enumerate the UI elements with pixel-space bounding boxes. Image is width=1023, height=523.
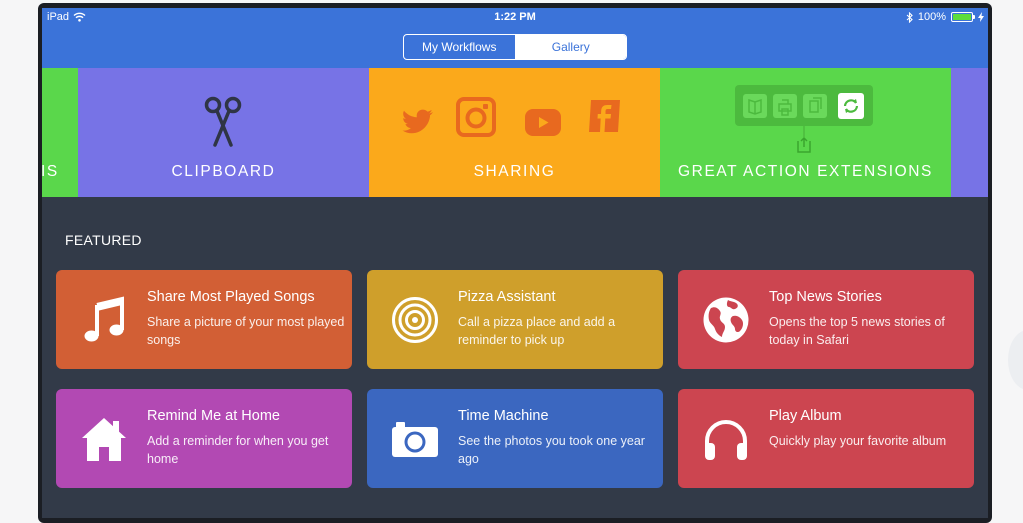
target-icon	[392, 297, 438, 343]
twitter-icon	[402, 109, 433, 134]
charging-icon	[978, 12, 984, 22]
card-title: Top News Stories	[769, 289, 882, 305]
card-description: Add a reminder for when you get home	[147, 434, 329, 466]
card-title: Play Album	[769, 408, 842, 424]
card-title: Remind Me at Home	[147, 408, 280, 424]
battery-icon	[951, 12, 975, 22]
section-heading-featured: FEATURED	[65, 232, 142, 248]
globe-icon	[703, 297, 749, 343]
workflow-card-share-most-played[interactable]: Share Most Played Songs Share a picture …	[56, 270, 352, 369]
workflow-card-remind-home[interactable]: Remind Me at Home Add a reminder for whe…	[56, 389, 352, 488]
battery-level	[953, 14, 971, 20]
banner-clipboard[interactable]: CLIPBOARD	[78, 68, 369, 197]
card-description: Share a picture of your most played song…	[147, 315, 345, 347]
banner-partial-left[interactable]: IS	[42, 68, 78, 197]
instagram-icon	[456, 97, 496, 137]
house-icon	[82, 418, 126, 461]
app-screen: iPad 1:22 PM 100% My Workflows Gallery I…	[42, 8, 988, 518]
gallery-banner-carousel: IS CLIPBOARD SHARING GREAT ACTION EXTENS…	[42, 68, 988, 197]
workflow-card-time-machine[interactable]: Time Machine See the photos you took one…	[367, 389, 663, 488]
card-title: Share Most Played Songs	[147, 289, 315, 305]
swipe-indicator	[1008, 330, 1023, 390]
tab-gallery[interactable]: Gallery	[515, 35, 626, 59]
status-bar: iPad 1:22 PM 100%	[42, 8, 988, 28]
banner-label-clipboard: CLIPBOARD	[171, 163, 276, 180]
music-note-icon	[84, 296, 124, 342]
card-description: Opens the top 5 news stories of today in…	[769, 315, 945, 347]
camera-icon	[392, 422, 438, 457]
scissors-icon	[204, 96, 242, 147]
banner-action-extensions[interactable]: GREAT ACTION EXTENSIONS	[660, 68, 951, 197]
banner-partial-right[interactable]	[951, 68, 988, 197]
card-description: Call a pizza place and add a reminder to…	[458, 315, 616, 347]
card-description: Quickly play your favorite album	[769, 434, 947, 448]
workflow-card-pizza-assistant[interactable]: Pizza Assistant Call a pizza place and a…	[367, 270, 663, 369]
card-title: Time Machine	[458, 408, 549, 424]
workflows-gallery-switch: My Workflows Gallery	[403, 34, 627, 60]
facebook-icon	[589, 100, 620, 132]
banner-label-action-extensions: GREAT ACTION EXTENSIONS	[678, 163, 933, 180]
bluetooth-icon	[906, 11, 913, 23]
card-title: Pizza Assistant	[458, 289, 556, 305]
headphones-icon	[705, 420, 747, 460]
youtube-icon	[525, 109, 561, 136]
workflow-card-play-album[interactable]: Play Album Quickly play your favorite al…	[678, 389, 974, 488]
tab-my-workflows[interactable]: My Workflows	[404, 35, 516, 59]
banner-sharing[interactable]: SHARING	[369, 68, 660, 197]
nav-bar: My Workflows Gallery	[42, 28, 988, 68]
card-description: See the photos you took one year ago	[458, 434, 645, 466]
battery-percent: 100%	[917, 11, 946, 23]
workflow-card-top-news[interactable]: Top News Stories Opens the top 5 news st…	[678, 270, 974, 369]
clock: 1:22 PM	[494, 11, 536, 23]
banner-label-sharing: SHARING	[473, 163, 556, 180]
action-sheet-illustration	[735, 85, 873, 153]
